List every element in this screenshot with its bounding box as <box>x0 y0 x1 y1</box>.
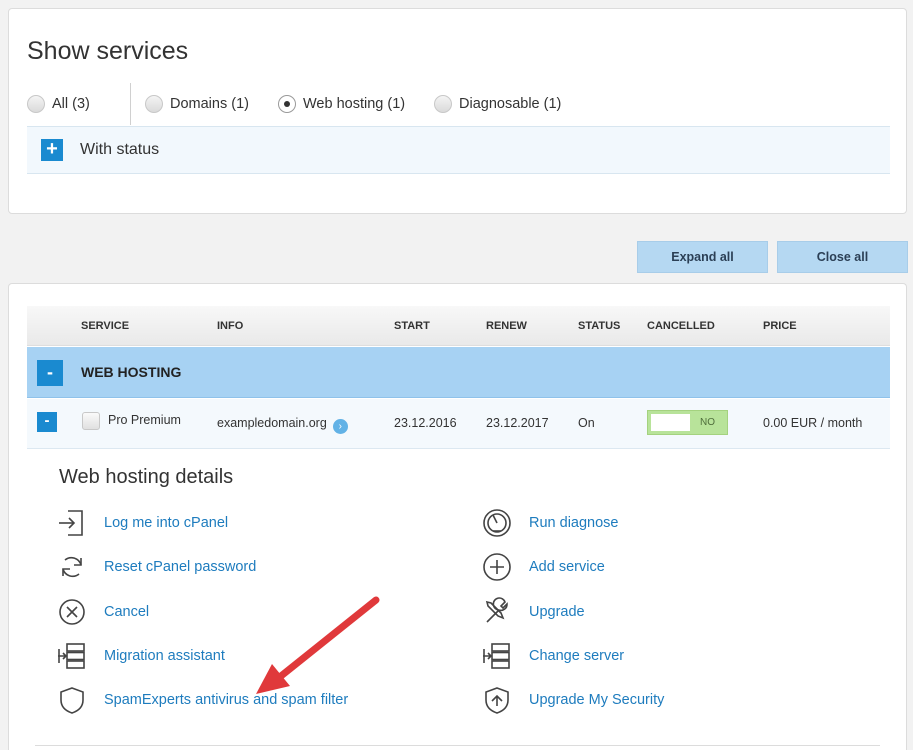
close-all-button[interactable]: Close all <box>777 241 908 273</box>
start-date: 23.12.2016 <box>394 416 457 430</box>
radio-domains[interactable]: Domains (1) <box>145 95 249 113</box>
renew-date: 23.12.2017 <box>486 416 549 430</box>
action-label: Reset cPanel password <box>104 559 257 575</box>
action-label: SpamExperts antivirus and spam filter <box>104 692 349 708</box>
expand-plus-icon[interactable]: + <box>41 139 63 161</box>
collapse-group-icon[interactable]: - <box>37 360 63 386</box>
action-label: Change server <box>529 648 625 664</box>
divider <box>130 83 131 125</box>
go-arrow-icon[interactable]: › <box>332 419 348 434</box>
run-diagnose-action[interactable]: Run diagnose <box>480 506 619 540</box>
row-checkbox[interactable] <box>82 412 100 430</box>
services-panel: SERVICE INFO START RENEW STATUS CANCELLE… <box>8 283 907 750</box>
migration-assistant-action[interactable]: Migration assistant <box>55 639 225 673</box>
col-info: INFO <box>217 320 244 332</box>
server-migrate-icon <box>55 639 89 673</box>
radio-label: Domains (1) <box>170 96 249 112</box>
radio-all[interactable]: All (3) <box>27 95 90 113</box>
filter-panel: Show services All (3) Domains (1) Web ho… <box>8 8 907 214</box>
toggle-knob <box>651 414 690 431</box>
radio-button[interactable] <box>27 95 45 113</box>
table-row: - Pro Premium exampledomain.org › 23.12.2… <box>27 399 890 449</box>
change-server-action[interactable]: Change server <box>480 639 624 673</box>
upgrade-my-security-action[interactable]: Upgrade My Security <box>480 683 664 717</box>
server-change-icon <box>480 639 514 673</box>
radio-web-hosting[interactable]: Web hosting (1) <box>278 95 405 113</box>
radio-button[interactable] <box>145 95 163 113</box>
radio-label: Diagnosable (1) <box>459 96 562 112</box>
action-label: Cancel <box>104 604 150 620</box>
toggle-label: NO <box>700 417 715 428</box>
login-icon <box>55 506 89 540</box>
expand-all-button[interactable]: Expand all <box>637 241 768 273</box>
action-label: Upgrade <box>529 604 585 620</box>
login-cpanel-action[interactable]: Log me into cPanel <box>55 506 228 540</box>
action-label: Migration assistant <box>104 648 225 664</box>
cancelled-toggle[interactable]: NO <box>647 410 728 435</box>
col-renew: RENEW <box>486 320 527 332</box>
table-header: SERVICE INFO START RENEW STATUS CANCELLE… <box>27 306 890 346</box>
group-row-web-hosting: - WEB HOSTING <box>27 347 890 398</box>
radio-button-checked[interactable] <box>278 95 296 113</box>
action-label: Log me into cPanel <box>104 515 229 531</box>
add-service-action[interactable]: Add service <box>480 550 605 584</box>
radio-button[interactable] <box>434 95 452 113</box>
col-service: SERVICE <box>81 320 130 332</box>
status-value: On <box>578 416 595 430</box>
with-status-label: With status <box>80 141 160 158</box>
page-title: Show services <box>27 37 189 65</box>
group-title: WEB HOSTING <box>81 364 182 380</box>
collapse-row-icon[interactable]: - <box>37 412 57 432</box>
spamexperts-action[interactable]: SpamExperts antivirus and spam filter <box>55 683 348 717</box>
col-cancelled: CANCELLED <box>647 320 715 332</box>
col-start: START <box>394 320 430 332</box>
tools-icon <box>480 595 514 629</box>
col-status: STATUS <box>578 320 621 332</box>
shield-icon <box>55 683 89 717</box>
details-title: Web hosting details <box>59 466 234 488</box>
plus-circle-icon <box>480 550 514 584</box>
action-label: Upgrade My Security <box>529 692 665 708</box>
cancel-circle-icon <box>55 595 89 629</box>
cancel-action[interactable]: Cancel <box>55 595 149 629</box>
reset-password-action[interactable]: Reset cPanel password <box>55 550 256 584</box>
price-value: 0.00 EUR / month <box>763 416 863 430</box>
shield-upgrade-icon <box>480 683 514 717</box>
with-status-expander[interactable]: + With status <box>27 126 890 174</box>
service-filter-radios: All (3) Domains (1) Web hosting (1) Diag… <box>27 83 887 125</box>
upgrade-action[interactable]: Upgrade <box>480 595 585 629</box>
col-price: PRICE <box>763 320 797 332</box>
info-cell: exampledomain.org › <box>217 416 348 434</box>
refresh-icon <box>55 550 89 584</box>
radio-label: Web hosting (1) <box>303 96 406 112</box>
gauge-icon <box>480 506 514 540</box>
service-name: Pro Premium <box>108 413 181 427</box>
radio-label: All (3) <box>52 96 90 112</box>
action-label: Run diagnose <box>529 515 619 531</box>
divider <box>35 745 880 746</box>
action-label: Add service <box>529 559 605 575</box>
domain-link[interactable]: exampledomain.org <box>217 416 327 430</box>
radio-diagnosable[interactable]: Diagnosable (1) <box>434 95 561 113</box>
